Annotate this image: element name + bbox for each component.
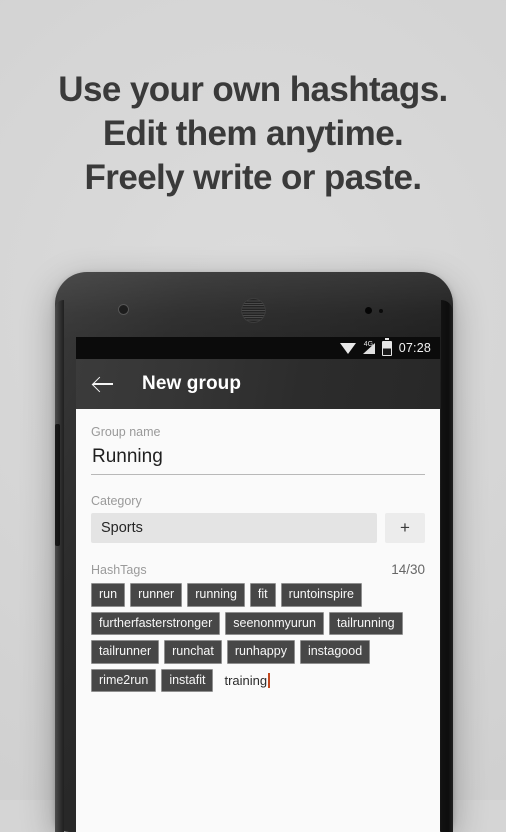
hashtag-chip[interactable]: rime2run [91,668,157,692]
proximity-sensor-icon [365,307,372,314]
speaker-grille-icon [241,298,266,323]
hashtag-chip[interactable]: instagood [299,640,371,664]
battery-icon [381,338,392,356]
hashtags-counter: 14/30 [391,562,425,577]
hashtag-chip[interactable]: tailrunner [91,640,160,664]
hashtag-chip[interactable]: runhappy [226,640,295,664]
hashtag-draft-text: training [224,672,268,688]
app-bar: New group [76,359,440,409]
headline-line-3: Freely write or paste. [84,158,423,197]
phone-screen: 4G 07:28 New group Group name Running Ca… [76,337,440,832]
front-camera-icon [118,304,129,315]
hashtag-chip[interactable]: furtherfasterstronger [91,611,221,635]
hashtag-chip[interactable]: fit [249,583,276,607]
volume-rocker-button[interactable] [55,424,60,546]
group-name-input[interactable]: Running [91,444,425,475]
hashtag-chip[interactable]: run [91,583,126,607]
hashtag-chip-list[interactable]: run runner running fit runtoinspire furtherfa… [91,583,425,692]
cellular-signal-icon: 4G [362,340,375,354]
status-bar: 4G 07:28 [76,337,440,359]
ambient-light-sensor-icon [379,309,383,313]
phone-device-mockup: 4G 07:28 New group Group name Running Ca… [55,272,453,832]
add-category-button[interactable]: + [385,513,425,543]
hashtag-chip[interactable]: instafit [161,668,214,692]
group-name-label: Group name [91,425,161,439]
text-cursor [268,672,271,688]
hashtag-chip[interactable]: running [187,583,245,607]
hashtag-chip[interactable]: seenonmyurun [225,611,324,635]
category-select[interactable]: Sports [91,513,377,543]
category-label: Category [91,494,142,508]
hashtags-header: HashTags 14/30 [91,562,425,577]
back-arrow-icon[interactable] [92,373,114,395]
wifi-icon [339,342,356,354]
status-bar-clock: 07:28 [398,341,431,355]
phone-right-edge [441,300,453,832]
hashtag-draft-input[interactable]: training [218,672,271,688]
new-group-form: Group name Running Category Sports + Has… [76,409,440,832]
page-title: New group [142,373,242,394]
hashtag-chip[interactable]: tailrunning [328,611,403,635]
hashtag-chip[interactable]: runner [130,583,183,607]
promo-headline: Use your own hashtags. Edit them anytime… [0,68,506,200]
hashtags-label: HashTags [91,563,147,577]
headline-line-1: Use your own hashtags. [58,70,448,109]
hashtag-chip[interactable]: runchat [164,640,222,664]
network-type-label: 4G [363,340,374,348]
headline-line-2: Edit them anytime. [102,114,404,153]
category-row: Sports + [91,513,425,543]
hashtag-chip[interactable]: runtoinspire [280,583,362,607]
phone-left-edge [55,300,64,832]
